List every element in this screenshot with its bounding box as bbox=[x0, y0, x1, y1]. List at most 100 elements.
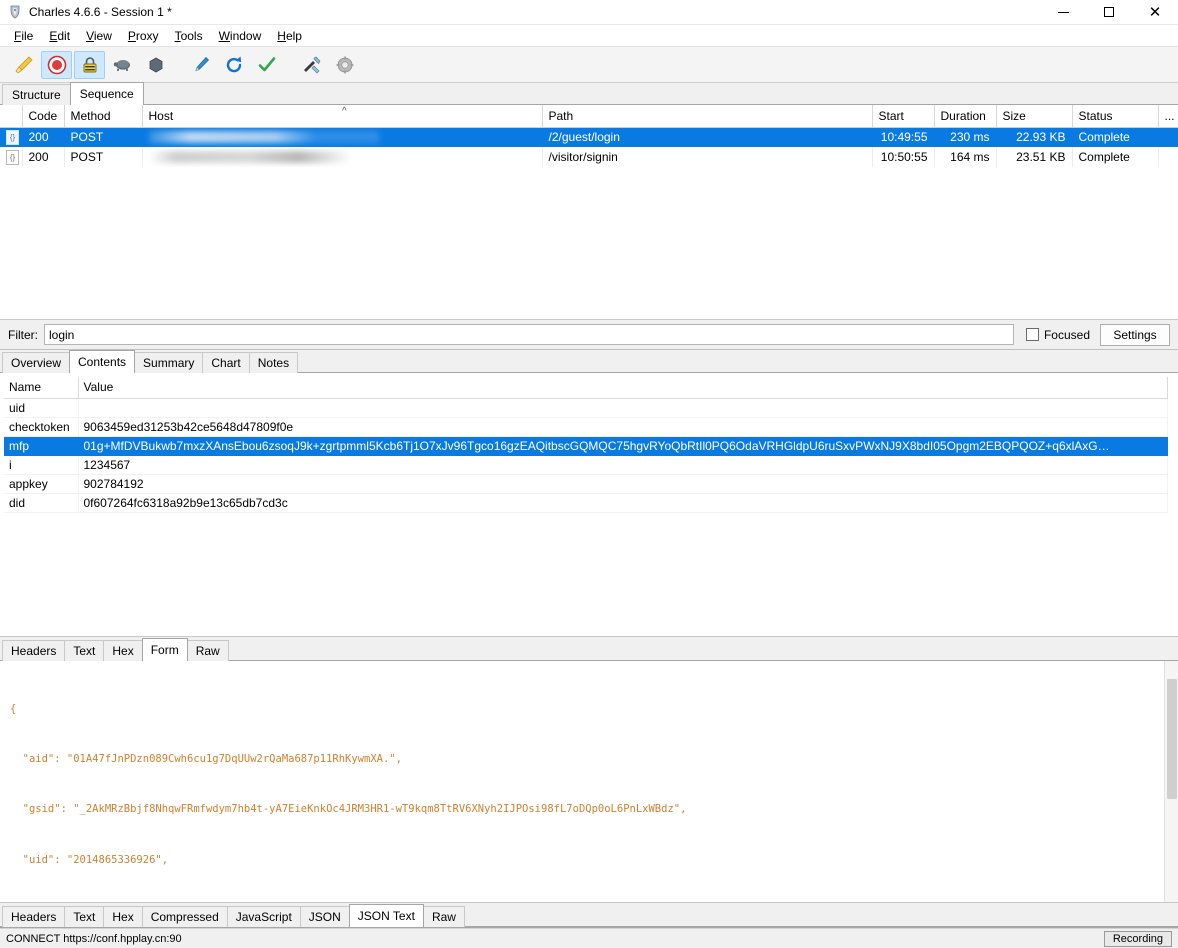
json-line: { bbox=[10, 702, 17, 715]
col-more[interactable]: ... bbox=[1158, 105, 1178, 128]
maximize-button[interactable] bbox=[1086, 0, 1132, 25]
tab-resp-javascript[interactable]: JavaScript bbox=[226, 906, 301, 927]
col-path[interactable]: Path bbox=[542, 105, 873, 128]
focused-label: Focused bbox=[1043, 327, 1090, 342]
record-icon[interactable] bbox=[41, 50, 72, 79]
col-value[interactable]: Value bbox=[78, 377, 1168, 399]
tab-req-form[interactable]: Form bbox=[141, 638, 188, 661]
tab-resp-headers[interactable]: Headers bbox=[2, 906, 66, 927]
menu-bar: File Edit View Proxy Tools Window Help bbox=[0, 25, 1178, 47]
table-row[interactable]: {} 200 POST /2/guest/login 10:49:55 230 … bbox=[0, 127, 1178, 147]
list-item[interactable]: mfp 01g+MfDVBukwb7mxzXAnsEbou6zsoqJ9k+zg… bbox=[4, 436, 1168, 456]
tab-overview[interactable]: Overview bbox=[2, 352, 71, 373]
recording-status-badge[interactable]: Recording bbox=[1103, 930, 1172, 947]
list-item[interactable]: appkey 902784192 bbox=[4, 474, 1168, 494]
tab-structure[interactable]: Structure bbox=[2, 84, 71, 105]
tab-req-headers[interactable]: Headers bbox=[2, 640, 66, 661]
cell-code: 200 bbox=[22, 127, 65, 147]
tab-summary[interactable]: Summary bbox=[134, 352, 204, 373]
tab-req-hex[interactable]: Hex bbox=[103, 640, 143, 661]
cell-method: POST bbox=[64, 127, 143, 147]
param-name: checktoken bbox=[4, 417, 79, 437]
col-code[interactable]: Code bbox=[22, 105, 65, 128]
scrollbar-thumb[interactable] bbox=[1167, 679, 1177, 799]
col-name[interactable]: Name bbox=[4, 377, 79, 399]
tab-resp-raw[interactable]: Raw bbox=[422, 906, 465, 927]
cell-status: Complete bbox=[1072, 127, 1159, 147]
cell-host-redacted bbox=[142, 127, 543, 147]
sort-ascending-icon: ^ bbox=[342, 106, 347, 117]
focused-checkbox[interactable] bbox=[1025, 328, 1039, 341]
charles-app-icon bbox=[7, 4, 23, 20]
menu-view[interactable]: View bbox=[78, 27, 120, 45]
tab-sequence[interactable]: Sequence bbox=[69, 82, 144, 105]
list-item[interactable]: checktoken 9063459ed31253b42ce5648d47809… bbox=[4, 417, 1168, 437]
tab-notes[interactable]: Notes bbox=[248, 352, 299, 373]
focused-checkbox-wrapper[interactable]: Focused bbox=[1025, 327, 1090, 342]
menu-file[interactable]: File bbox=[6, 27, 41, 45]
breakpoints-icon[interactable] bbox=[140, 51, 171, 79]
close-button[interactable]: ✕ bbox=[1132, 0, 1178, 25]
response-scrollbar[interactable] bbox=[1164, 661, 1178, 902]
param-value: 01g+MfDVBukwb7mxzXAnsEbou6zsoqJ9k+zgrtpm… bbox=[78, 436, 1168, 456]
status-message: CONNECT https://conf.hpplay.cn:90 bbox=[6, 932, 182, 945]
cell-host-redacted bbox=[142, 147, 543, 167]
tab-contents[interactable]: Contents bbox=[69, 350, 136, 373]
list-item[interactable]: uid bbox=[4, 398, 1168, 418]
col-host[interactable]: Host ^ bbox=[142, 105, 543, 128]
col-host-label: Host bbox=[148, 108, 174, 123]
param-name: uid bbox=[4, 398, 79, 418]
window-controls: ✕ bbox=[1040, 0, 1178, 25]
response-body-panel[interactable]: { "aid": "01A47fJnPDzn089Cwh6cu1g7DqUUw2… bbox=[0, 661, 1178, 903]
filter-input[interactable] bbox=[44, 324, 1014, 345]
settings-button[interactable]: Settings bbox=[1100, 323, 1170, 346]
cell-code: 200 bbox=[22, 147, 65, 167]
tab-resp-json-text[interactable]: JSON Text bbox=[348, 904, 424, 927]
tab-req-raw[interactable]: Raw bbox=[186, 640, 229, 661]
col-icon[interactable] bbox=[0, 105, 23, 128]
param-name: did bbox=[4, 493, 79, 513]
tab-req-text[interactable]: Text bbox=[64, 640, 105, 661]
param-value: 9063459ed31253b42ce5648d47809f0e bbox=[78, 417, 1168, 437]
menu-help[interactable]: Help bbox=[269, 27, 310, 45]
tab-resp-json[interactable]: JSON bbox=[299, 906, 350, 927]
detail-tabs: Overview Contents Summary Chart Notes bbox=[0, 350, 1178, 373]
tab-chart[interactable]: Chart bbox=[202, 352, 250, 373]
table-row[interactable]: {} 200 POST /visitor/signin 10:50:55 164… bbox=[0, 147, 1178, 167]
col-status[interactable]: Status bbox=[1072, 105, 1159, 128]
col-size[interactable]: Size bbox=[996, 105, 1073, 128]
list-item[interactable]: i 1234567 bbox=[4, 455, 1168, 475]
col-method[interactable]: Method bbox=[64, 105, 143, 128]
clear-session-icon[interactable] bbox=[8, 51, 39, 79]
toolbar bbox=[0, 47, 1178, 83]
tools-icon[interactable] bbox=[296, 51, 327, 79]
menu-proxy[interactable]: Proxy bbox=[120, 27, 167, 45]
cell-duration: 230 ms bbox=[934, 127, 997, 147]
compose-pen-icon[interactable] bbox=[185, 51, 216, 79]
tab-resp-hex[interactable]: Hex bbox=[103, 906, 143, 927]
param-name: i bbox=[4, 455, 79, 475]
validate-check-icon[interactable] bbox=[251, 51, 282, 79]
list-item[interactable]: did 0f607264fc6318a92b9e13c65db7cd3c bbox=[4, 493, 1168, 513]
cell-extra bbox=[1158, 147, 1178, 167]
repeat-refresh-icon[interactable] bbox=[218, 51, 249, 79]
settings-gear-icon[interactable] bbox=[329, 51, 360, 79]
param-value: 0f607264fc6318a92b9e13c65db7cd3c bbox=[78, 493, 1168, 513]
ssl-proxying-icon[interactable] bbox=[74, 50, 105, 79]
menu-edit[interactable]: Edit bbox=[41, 27, 78, 45]
tab-resp-text[interactable]: Text bbox=[64, 906, 105, 927]
param-value: 1234567 bbox=[78, 455, 1168, 475]
tab-resp-compressed[interactable]: Compressed bbox=[141, 906, 228, 927]
json-line: "uid": "2014865336926", bbox=[10, 853, 169, 866]
menu-tools[interactable]: Tools bbox=[167, 27, 211, 45]
minimize-button[interactable] bbox=[1040, 0, 1086, 25]
throttle-turtle-icon[interactable] bbox=[107, 51, 138, 79]
col-start[interactable]: Start bbox=[872, 105, 935, 128]
param-name: appkey bbox=[4, 474, 79, 494]
menu-window[interactable]: Window bbox=[211, 27, 270, 45]
request-list-panel[interactable]: Code Method Host ^ Path Start Duration S… bbox=[0, 105, 1178, 320]
request-form-panel[interactable]: Name Value uid checktoken 9063459ed31253… bbox=[0, 373, 1178, 637]
cell-method: POST bbox=[64, 147, 143, 167]
col-duration[interactable]: Duration bbox=[934, 105, 997, 128]
response-body-tabs: Headers Text Hex Compressed JavaScript J… bbox=[0, 903, 1178, 928]
